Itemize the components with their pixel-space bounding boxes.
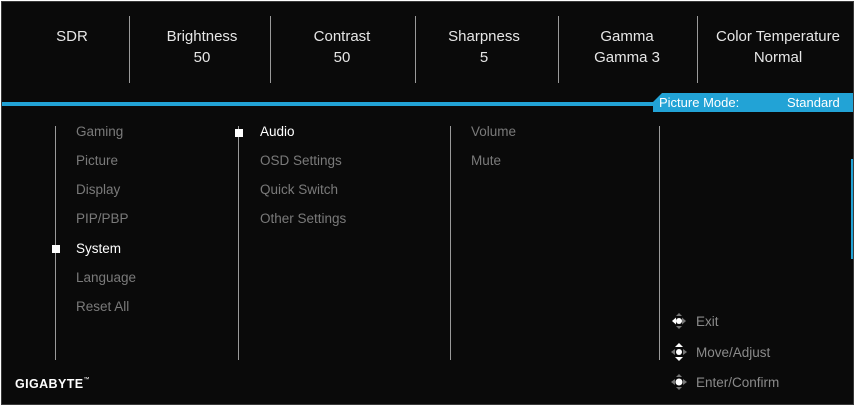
- option-item-volume[interactable]: Volume: [471, 123, 516, 141]
- scroll-indicator: [851, 159, 853, 259]
- header-label: SDR: [56, 28, 88, 45]
- header-label: Sharpness: [448, 28, 520, 45]
- divider: [238, 126, 239, 360]
- header-value: 5: [479, 49, 489, 66]
- header-value: 50: [333, 49, 351, 66]
- submenu-item-other-settings[interactable]: Other Settings: [260, 210, 346, 228]
- nav-enter-label: Enter/Confirm: [696, 375, 780, 390]
- picture-mode-label: Picture Mode:: [659, 95, 740, 110]
- picture-mode-value: Standard: [787, 95, 840, 110]
- header-item-brightness: Brightness 50: [152, 26, 252, 68]
- menu-item-picture[interactable]: Picture: [76, 152, 118, 170]
- menu-item-pip-pbp[interactable]: PIP/PBP: [76, 210, 129, 228]
- header-value: 50: [193, 49, 211, 66]
- divider: [450, 126, 451, 360]
- selection-marker: [235, 129, 243, 137]
- divider: [55, 126, 56, 360]
- submenu-item-osd-settings[interactable]: OSD Settings: [260, 152, 342, 170]
- status-header: SDR Brightness 50 Contrast 50 Sharpness …: [2, 2, 853, 98]
- header-label: Gamma: [600, 28, 654, 45]
- divider: [270, 16, 271, 83]
- joystick-press-icon: [671, 374, 687, 390]
- submenu-item-quick-switch[interactable]: Quick Switch: [260, 181, 338, 199]
- submenu-item-audio[interactable]: Audio: [260, 123, 295, 141]
- header-item-color-temperature: Color Temperature Normal: [705, 26, 851, 68]
- menu-item-language[interactable]: Language: [76, 269, 136, 287]
- header-item-sdr: SDR: [52, 26, 92, 47]
- header-item-gamma: Gamma Gamma 3: [577, 26, 677, 68]
- header-value: Normal: [753, 49, 803, 66]
- menu-item-gaming[interactable]: Gaming: [76, 123, 123, 141]
- header-value: Gamma 3: [594, 49, 660, 66]
- divider: [659, 126, 660, 360]
- logo-text: GIGABYTE: [15, 377, 84, 391]
- header-label: Brightness: [166, 28, 238, 45]
- divider: [558, 16, 559, 83]
- header-item-contrast: Contrast 50: [292, 26, 392, 68]
- header-label: Color Temperature: [716, 28, 840, 45]
- nav-move-label: Move/Adjust: [696, 345, 771, 360]
- menu-item-system[interactable]: System: [76, 240, 121, 258]
- divider: [697, 16, 698, 83]
- selection-marker: [52, 245, 60, 253]
- logo-trademark: ™: [83, 377, 90, 383]
- option-item-mute[interactable]: Mute: [471, 152, 501, 170]
- menu-item-reset-all[interactable]: Reset All: [76, 298, 129, 316]
- joystick-updown-icon: [671, 343, 687, 361]
- nav-exit-label: Exit: [696, 314, 719, 329]
- gigabyte-logo: GIGABYTE™: [15, 377, 90, 391]
- header-item-sharpness: Sharpness 5: [434, 26, 534, 68]
- header-label: Contrast: [313, 28, 371, 45]
- divider: [129, 16, 130, 83]
- osd-panel: SDR Brightness 50 Contrast 50 Sharpness …: [1, 1, 854, 405]
- joystick-left-icon: [672, 313, 686, 329]
- menu-item-display[interactable]: Display: [76, 181, 120, 199]
- divider: [415, 16, 416, 83]
